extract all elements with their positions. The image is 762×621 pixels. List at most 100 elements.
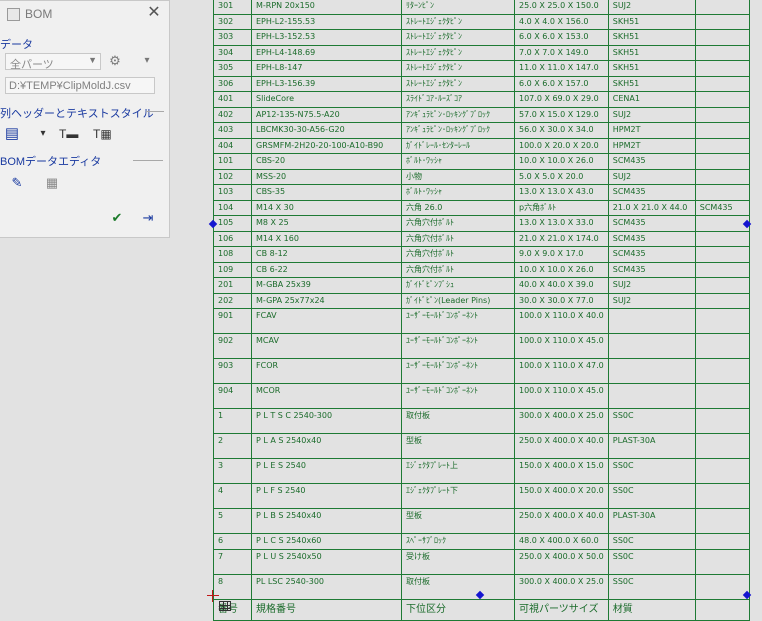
table-cell: 901 xyxy=(213,308,252,334)
table-cell xyxy=(694,13,750,30)
table-cell: SKH51 xyxy=(607,13,696,30)
table-cell: 7.0 X 7.0 X 149.0 xyxy=(514,44,609,61)
table-cell: SUJ2 xyxy=(607,168,696,185)
table-cell: 106 xyxy=(213,230,252,247)
table-cell: 100.0 X 110.0 X 47.0 xyxy=(514,358,609,384)
table-cell: SCM435 xyxy=(607,230,696,247)
table-cell: 304 xyxy=(213,44,252,61)
table-cell: 904 xyxy=(213,383,252,409)
table-cell xyxy=(607,333,696,359)
dropdown-icon[interactable]: ▾ xyxy=(138,52,156,70)
exit-icon[interactable]: ⇥ xyxy=(139,209,157,227)
column-header-icon[interactable]: ▤ xyxy=(3,125,21,143)
table-cell: 40.0 X 40.0 X 39.0 xyxy=(514,277,609,294)
table-cell: ｱﾝｷﾞｭﾗﾋﾟﾝ･ﾛｯｷﾝｸﾞﾌﾞﾛｯｸ xyxy=(401,122,515,139)
table-cell: 受け板 xyxy=(401,548,515,575)
table-cell: 201 xyxy=(213,277,252,294)
table-cell: LBCMK30-30-A56-G20 xyxy=(251,122,402,139)
table-cell: ｴｼﾞｪｸﾀﾌﾟﾚｰﾄ上 xyxy=(401,458,515,484)
table-cell: MSS-20 xyxy=(251,168,402,185)
table-cell: PLAST-30A xyxy=(607,508,696,534)
table-cell: 150.0 X 400.0 X 15.0 xyxy=(514,458,609,484)
table-cell: ｽﾄﾚｰﾄｴｼﾞｪｸﾀﾋﾟﾝ xyxy=(401,75,515,92)
table-cell: 11.0 X 11.0 X 147.0 xyxy=(514,60,609,77)
table-cell: 202 xyxy=(213,292,252,309)
table-cell: 150.0 X 400.0 X 20.0 xyxy=(514,483,609,509)
table-grid-icon[interactable] xyxy=(219,601,231,611)
panel-titlebar[interactable]: BOM ✕ xyxy=(0,1,169,27)
table-cell xyxy=(694,433,750,459)
table-text-style-icon[interactable]: T▦ xyxy=(93,125,112,143)
table-cell xyxy=(694,168,750,185)
file-path-value: D:¥TEMP¥ClipMoldJ.csv xyxy=(9,80,131,92)
table-cell: 10.0 X 10.0 X 26.0 xyxy=(514,153,609,170)
table-cell xyxy=(694,44,750,61)
table-cell: 8 xyxy=(213,573,252,600)
table-row: 303 EPH-L3-152.53 ｽﾄﾚｰﾄｴｼﾞｪｸﾀﾋﾟﾝ 6.0 X 6.0 … xyxy=(213,29,750,46)
table-cell: SS0C xyxy=(607,483,696,509)
table-row: 2P L A S 2540x40 型板 250.0 X 400.0 X 40.0 PL… xyxy=(213,433,750,459)
table-cell: 9.0 X 9.0 X 17.0 xyxy=(514,246,609,263)
table-cell: EPH-L2-155.53 xyxy=(251,13,402,30)
table-cell xyxy=(694,122,750,139)
table-cell: SUJ2 xyxy=(607,292,696,309)
table-row: 105 M8 X 25 六角穴付ﾎﾞﾙﾄ 13.0 X 13.0 X 33.0 SCM4… xyxy=(213,215,750,232)
table-cell: 2 xyxy=(213,433,252,459)
table-cell: ｽﾗｲﾄﾞｺｱ･ﾙｰｽﾞｺｱ xyxy=(401,91,515,108)
table-cell xyxy=(694,230,750,247)
table-cell: 六角穴付ﾎﾞﾙﾄ xyxy=(401,215,515,232)
table-cell: FCAV xyxy=(251,308,402,334)
table-cell: 100.0 X 110.0 X 40.0 xyxy=(514,308,609,334)
table-cell: 1 xyxy=(213,408,252,434)
table-cell xyxy=(694,277,750,294)
file-path-field[interactable]: D:¥TEMP¥ClipMoldJ.csv xyxy=(5,77,155,94)
table-cell: 5 xyxy=(213,508,252,534)
table-cell: ﾎﾞﾙﾄ･ﾜｯｼｬ xyxy=(401,153,515,170)
table-row: 108 CB 8-12 六角穴付ﾎﾞﾙﾄ 9.0 X 9.0 X 17.0 SCM435 xyxy=(213,246,750,263)
table-cell: 303 xyxy=(213,29,252,46)
table-row: 101 CBS-20 ﾎﾞﾙﾄ･ﾜｯｼｬ 10.0 X 10.0 X 26.0 SCM4… xyxy=(213,153,750,170)
table-cell: SUJ2 xyxy=(607,277,696,294)
table-cell: AP12-135-N75.5-A20 xyxy=(251,106,402,123)
edit-icon[interactable]: ✎ xyxy=(8,174,26,192)
table-cell: 六角穴付ﾎﾞﾙﾄ xyxy=(401,246,515,263)
table-cell xyxy=(694,246,750,263)
table-row: 1P L T S C 2540-300 取付板 300.0 X 400.0 X 25… xyxy=(213,408,750,434)
table-row: 102 MSS-20 小物 5.0 X 5.0 X 20.0 SUJ2 xyxy=(213,168,750,185)
close-icon[interactable]: ✕ xyxy=(146,4,162,22)
table-row: 401 SlideCore ｽﾗｲﾄﾞｺｱ･ﾙｰｽﾞｺｱ 107.0 X 69.0 X… xyxy=(213,91,750,108)
divider xyxy=(146,111,164,112)
table-row: 6P L C S 2540x60 ｽﾍﾟｰｻﾌﾞﾛｯｸ 48.0 X 400.0 X… xyxy=(213,533,750,550)
table-row: 109 CB 6-22 六角穴付ﾎﾞﾙﾄ 10.0 X 10.0 X 26.0 SCM4… xyxy=(213,261,750,278)
table-row: 402 AP12-135-N75.5-A20 ｱﾝｷﾞｭﾗﾋﾟﾝ･ﾛｯｷﾝｸﾞﾌﾞﾛ… xyxy=(213,106,750,123)
table-row: 404 GRSMFM-2H20-20-100-A10-B90 ｶﾞｲﾄﾞﾚｰﾙ･ｾﾝ… xyxy=(213,137,750,154)
table-cell: 取付板 xyxy=(401,573,515,600)
table-cell: ﾘﾀｰﾝﾋﾟﾝ xyxy=(401,0,515,15)
table-cell: ｽﾄﾚｰﾄｴｼﾞｪｸﾀﾋﾟﾝ xyxy=(401,44,515,61)
table-cell: SlideCore xyxy=(251,91,402,108)
table-cell xyxy=(694,548,750,575)
table-cell: 六角 26.0 xyxy=(401,199,515,216)
table-cell: SS0C xyxy=(607,533,696,550)
bom-table[interactable]: 301 M-RPN 20x150 ﾘﾀｰﾝﾋﾟﾝ 25.0 X 25.0 X 150.… xyxy=(213,0,750,621)
table-row: 302 EPH-L2-155.53 ｽﾄﾚｰﾄｴｼﾞｪｸﾀﾋﾟﾝ 4.0 X 4.0 … xyxy=(213,13,750,30)
text-style-icon[interactable]: T▬ xyxy=(59,125,78,143)
table-cell: P L T S C 2540-300 xyxy=(251,408,402,434)
table-cell: 301 xyxy=(213,0,252,15)
table-row: 3P L E S 2540 ｴｼﾞｪｸﾀﾌﾟﾚｰﾄ上 150.0 X 400.0 X… xyxy=(213,458,750,484)
table-cell: 小物 xyxy=(401,168,515,185)
table-cell: 型板 xyxy=(401,508,515,534)
check-icon[interactable]: ✔ xyxy=(108,209,126,227)
table-cell xyxy=(607,358,696,384)
grid-icon[interactable]: ▦ xyxy=(43,174,61,192)
gear-icon[interactable]: ⚙ xyxy=(106,52,124,70)
table-cell: EPH-L8-147 xyxy=(251,60,402,77)
table-row: 902 MCAV ﾕｰｻﾞｰﾓｰﾙﾄﾞｺﾝﾎﾟｰﾈﾝﾄ 100.0 X 110.0 X… xyxy=(213,333,750,359)
table-cell: M-RPN 20x150 xyxy=(251,0,402,15)
parts-select[interactable]: 全パーツ ▼ xyxy=(5,53,101,71)
table-cell: ﾕｰｻﾞｰﾓｰﾙﾄﾞｺﾝﾎﾟｰﾈﾝﾄ xyxy=(401,333,515,359)
table-cell: 21.0 X 21.0 X 44.0 xyxy=(607,199,696,216)
table-cell: 6 xyxy=(213,533,252,550)
table-cell: ｶﾞｲﾄﾞﾋﾟﾝﾌﾞｼｭ xyxy=(401,277,515,294)
dropdown-icon-2[interactable]: ▾ xyxy=(34,125,52,143)
